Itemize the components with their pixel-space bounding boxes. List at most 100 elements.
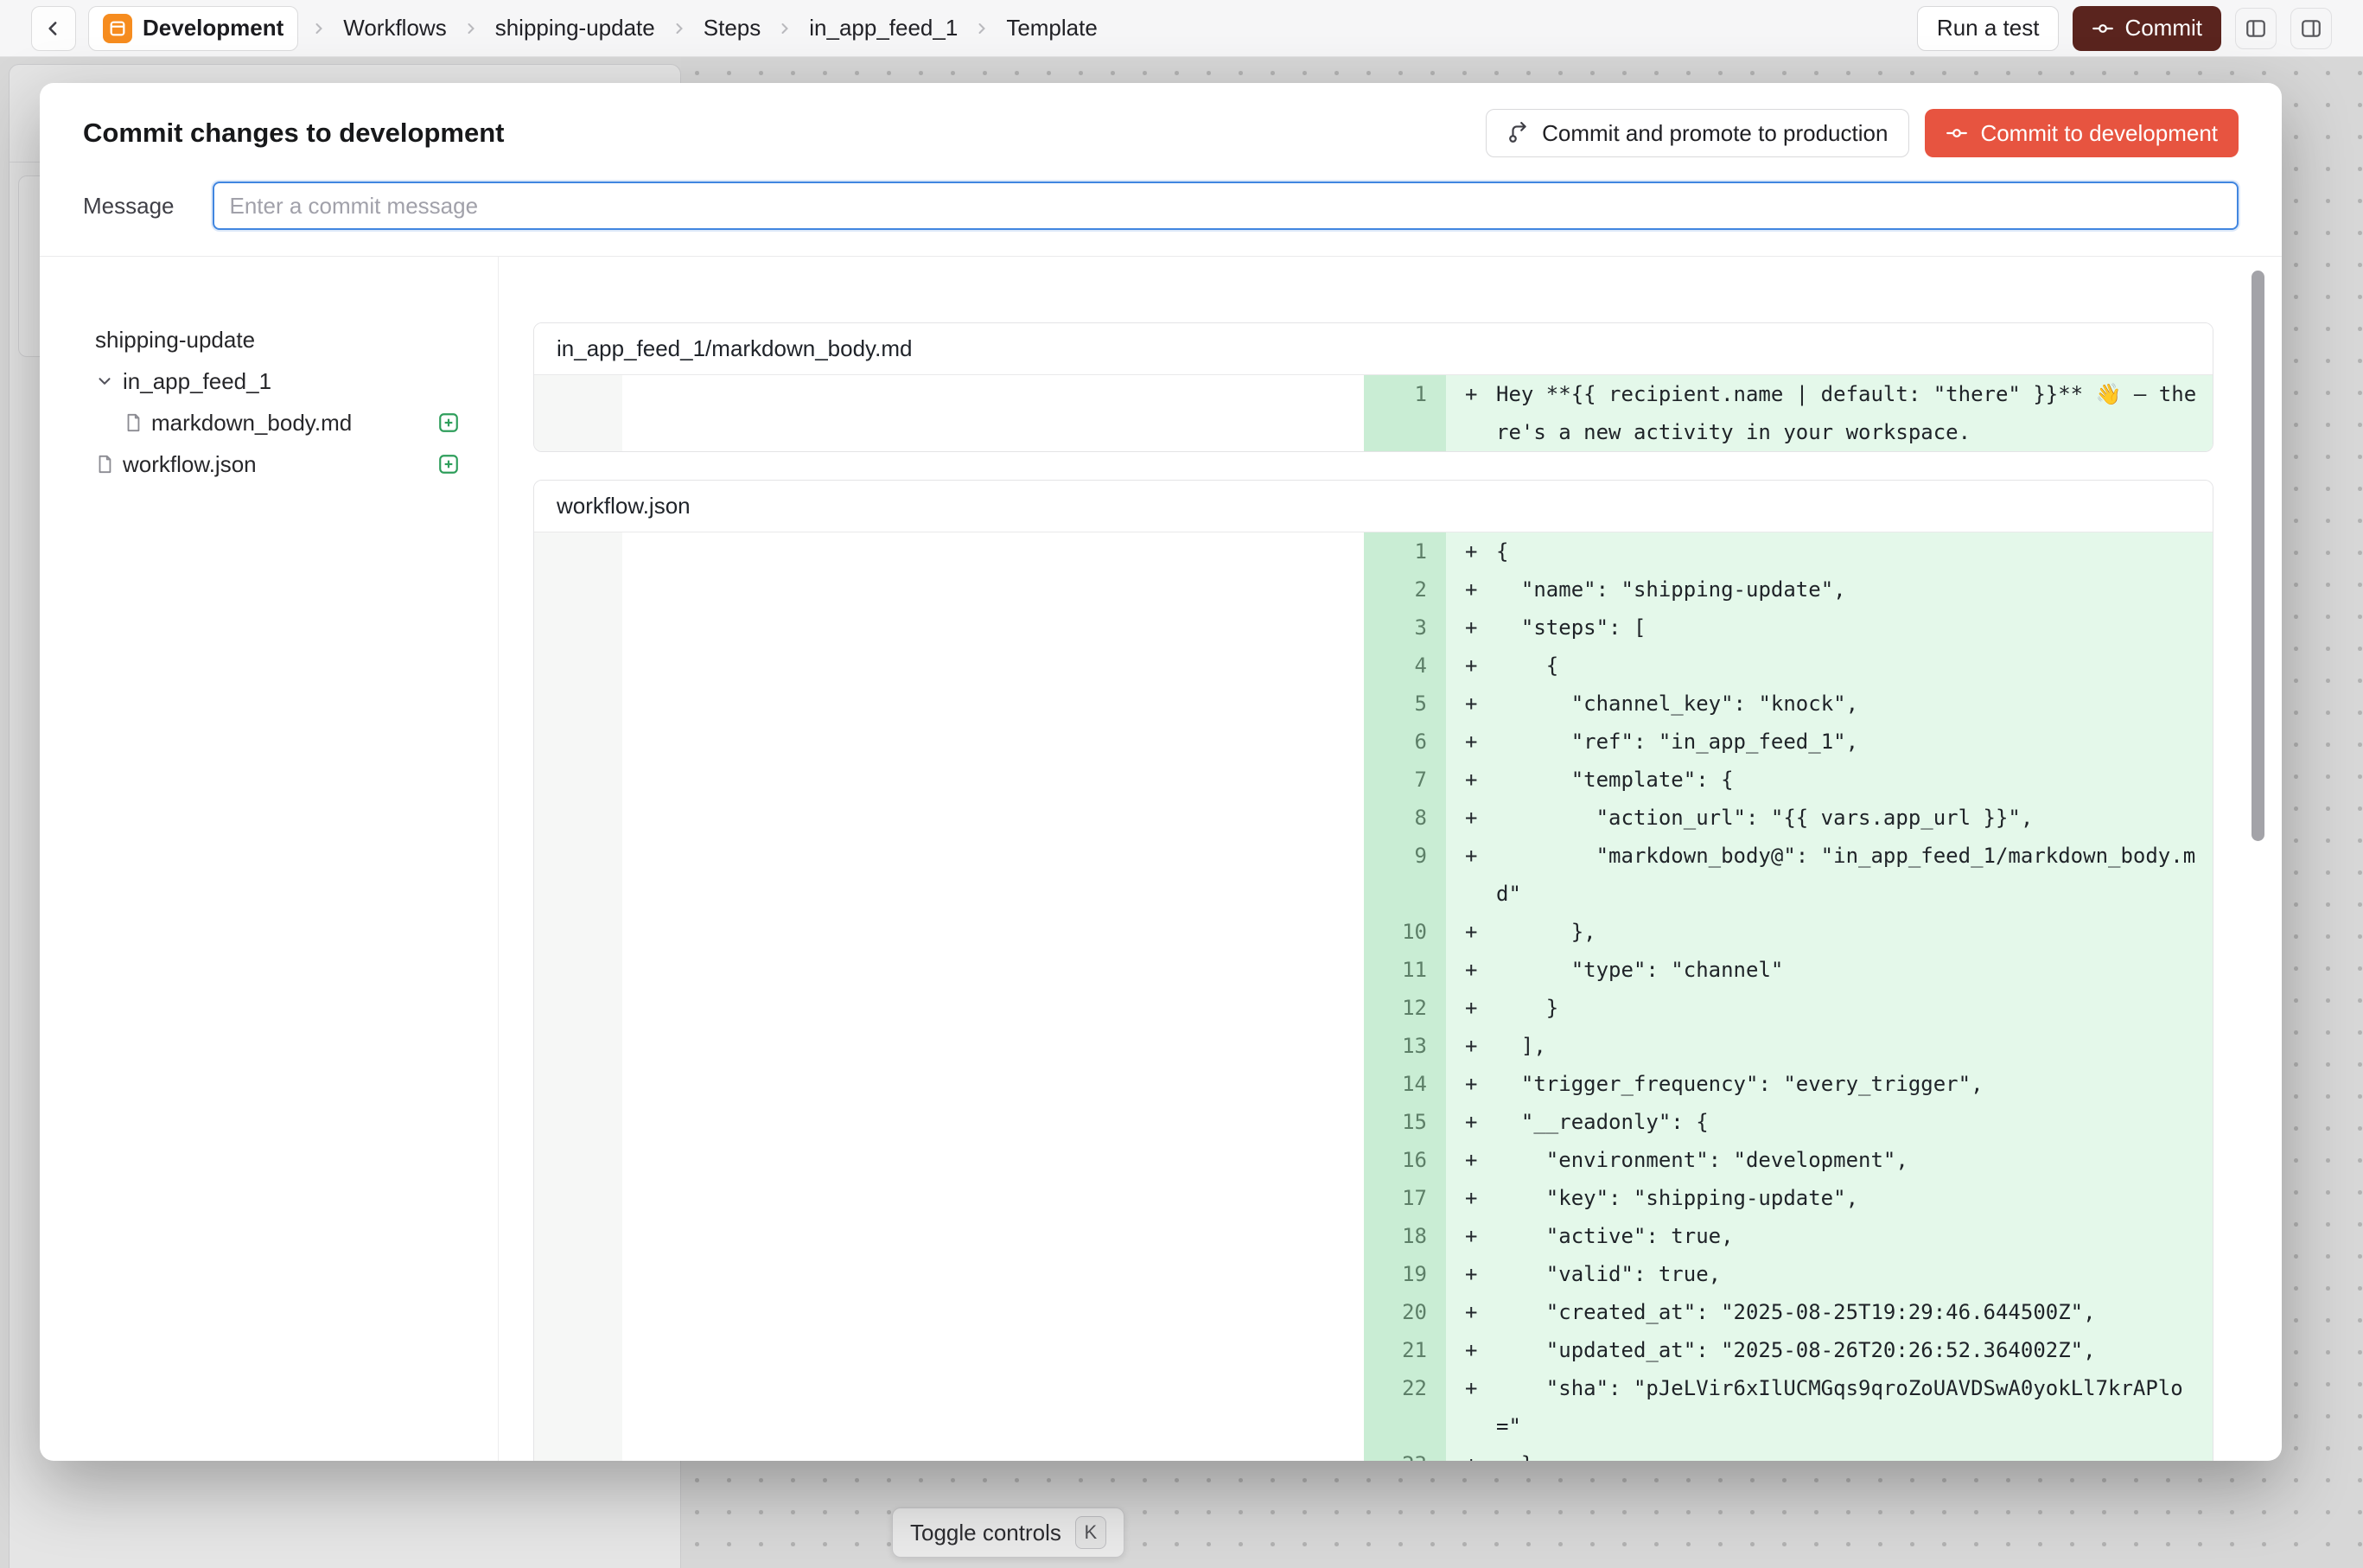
branch-arrow-icon — [1507, 122, 1530, 144]
diff-added-sign: + — [1465, 1179, 1477, 1217]
diff-line-number: 10 — [1364, 913, 1446, 951]
diff-file-card: workflow.json1+{2+ "name": "shipping-upd… — [533, 480, 2213, 1461]
diff-added-sign: + — [1465, 989, 1477, 1027]
breadcrumb-item-workflows[interactable]: Workflows — [340, 15, 449, 41]
diff-added-sign: + — [1465, 1445, 1477, 1461]
diff-line: 4+ { — [1364, 647, 2213, 685]
run-a-test-button[interactable]: Run a test — [1917, 6, 2060, 51]
diff-line: 8+ "action_url": "{{ vars.app_url }}", — [1364, 799, 2213, 837]
diff-line-code: + "created_at": "2025-08-25T19:29:46.644… — [1446, 1293, 2213, 1331]
diff-line-code: + "action_url": "{{ vars.app_url }}", — [1446, 799, 2213, 837]
diff-line-number: 7 — [1364, 761, 1446, 799]
diff-line-code: + ], — [1446, 1027, 2213, 1065]
diff-line: 2+ "name": "shipping-update", — [1364, 570, 2213, 609]
tree-file-label: markdown_body.md — [151, 410, 352, 437]
diff-line-code: + "environment": "development", — [1446, 1141, 2213, 1179]
chevron-right-icon — [462, 20, 480, 37]
environment-icon — [103, 14, 132, 43]
diff-line: 11+ "type": "channel" — [1364, 951, 2213, 989]
diff-added-sign: + — [1465, 1103, 1477, 1141]
diff-line: 17+ "key": "shipping-update", — [1364, 1179, 2213, 1217]
chevron-down-icon — [95, 372, 114, 391]
diff-line: 20+ "created_at": "2025-08-25T19:29:46.6… — [1364, 1293, 2213, 1331]
diff-code-text: "action_url": "{{ vars.app_url }}", — [1496, 806, 2033, 830]
diff-line-code: + "trigger_frequency": "every_trigger", — [1446, 1065, 2213, 1103]
diff-line: 9+ "markdown_body@": "in_app_feed_1/mark… — [1364, 837, 2213, 913]
diff-code-text: "steps": [ — [1496, 615, 1646, 640]
plus-square-icon — [437, 453, 460, 475]
diff-old-gutter — [534, 532, 622, 1461]
diff-line-code: + } — [1446, 989, 2213, 1027]
breadcrumb-item-template[interactable]: Template — [1003, 15, 1101, 41]
diff-file-name: workflow.json — [534, 481, 2213, 532]
diff-added-sign: + — [1465, 570, 1477, 609]
diff-line-number: 15 — [1364, 1103, 1446, 1141]
chevron-right-icon — [310, 20, 328, 37]
toggle-left-panel-button[interactable] — [2235, 8, 2277, 49]
diff-line-number: 9 — [1364, 837, 1446, 913]
diff-line-number: 4 — [1364, 647, 1446, 685]
diff-code-text: "ref": "in_app_feed_1", — [1496, 730, 1858, 754]
diff-added-sign: + — [1465, 951, 1477, 989]
tree-root-label: shipping-update — [95, 327, 255, 354]
environment-pill[interactable]: Development — [88, 6, 298, 51]
tree-file-label: workflow.json — [123, 451, 257, 478]
diff-code-text: "markdown_body@": "in_app_feed_1/markdow… — [1496, 844, 2195, 906]
tree-root-workflow[interactable]: shipping-update — [95, 319, 460, 360]
diff-added-sign: + — [1465, 913, 1477, 951]
layout-panel-left-icon — [2245, 17, 2267, 40]
document-icon — [124, 413, 143, 432]
diff-line-number: 21 — [1364, 1331, 1446, 1369]
diff-line-code: + "__readonly": { — [1446, 1103, 2213, 1141]
toggle-right-panel-button[interactable] — [2290, 8, 2332, 49]
diff-line-number: 18 — [1364, 1217, 1446, 1255]
diff-added-sign: + — [1465, 685, 1477, 723]
diff-code-text: "active": true, — [1496, 1224, 1734, 1248]
run-a-test-label: Run a test — [1937, 15, 2040, 41]
commit-and-promote-button[interactable]: Commit and promote to production — [1486, 109, 1909, 157]
diff-line: 19+ "valid": true, — [1364, 1255, 2213, 1293]
diff-line: 1+{ — [1364, 532, 2213, 570]
commit-modal: Commit changes to development Commit and… — [40, 83, 2282, 1461]
diff-line-code: + "key": "shipping-update", — [1446, 1179, 2213, 1217]
diff-line-code: +{ — [1446, 532, 2213, 570]
diff-added-sign: + — [1465, 761, 1477, 799]
diff-code-text: "created_at": "2025-08-25T19:29:46.64450… — [1496, 1300, 2096, 1324]
scrollbar-thumb[interactable] — [2252, 271, 2264, 841]
diff-line-number: 16 — [1364, 1141, 1446, 1179]
chevron-right-icon — [776, 20, 793, 37]
diff-file-card: in_app_feed_1/markdown_body.md1+Hey **{{… — [533, 322, 2213, 452]
back-button[interactable] — [31, 6, 76, 51]
breadcrumb-item-workflow-key[interactable]: shipping-update — [492, 15, 659, 41]
diff-line: 7+ "template": { — [1364, 761, 2213, 799]
message-label: Message — [83, 193, 175, 220]
tree-folder-step[interactable]: in_app_feed_1 — [95, 360, 460, 402]
tree-file-markdown-body[interactable]: markdown_body.md — [95, 402, 460, 443]
commit-message-input[interactable] — [213, 182, 2239, 230]
breadcrumb-item-step[interactable]: in_app_feed_1 — [806, 15, 961, 41]
diff-line: 5 + "channel_key": "knock", — [1364, 685, 2213, 723]
breadcrumb-item-steps[interactable]: Steps — [700, 15, 765, 41]
commit-to-development-button[interactable]: Commit to development — [1925, 109, 2239, 157]
changed-files-tree: shipping-update in_app_feed_1 markdown_b… — [40, 257, 499, 1461]
diff-old-content — [622, 375, 1364, 451]
commit-button[interactable]: Commit — [2073, 6, 2221, 51]
diff-line-number: 11 — [1364, 951, 1446, 989]
diff-line-number: 5 — [1364, 685, 1446, 723]
diff-file-list: in_app_feed_1/markdown_body.md1+Hey **{{… — [533, 322, 2282, 1461]
diff-old-gutter — [534, 375, 622, 451]
diff-line: 16+ "environment": "development", — [1364, 1141, 2213, 1179]
diff-line-number: 1 — [1364, 532, 1446, 570]
diff-line: 3+ "steps": [ — [1364, 609, 2213, 647]
diff-line: 14+ "trigger_frequency": "every_trigger"… — [1364, 1065, 2213, 1103]
diff-line-number: 2 — [1364, 570, 1446, 609]
diff-file-name: in_app_feed_1/markdown_body.md — [534, 323, 2213, 375]
tree-file-workflow-json[interactable]: workflow.json — [95, 443, 460, 485]
commit-label: Commit — [2124, 15, 2202, 41]
diff-old-content — [622, 532, 1364, 1461]
diff-line: 1+Hey **{{ recipient.name | default: "th… — [1364, 375, 2213, 451]
diff-code-text: } — [1496, 996, 1558, 1020]
diff-added-sign: + — [1465, 1369, 1477, 1407]
diff-code-text: "channel_key": "knock", — [1496, 692, 1858, 716]
diff-line-code: + "updated_at": "2025-08-26T20:26:52.364… — [1446, 1331, 2213, 1369]
